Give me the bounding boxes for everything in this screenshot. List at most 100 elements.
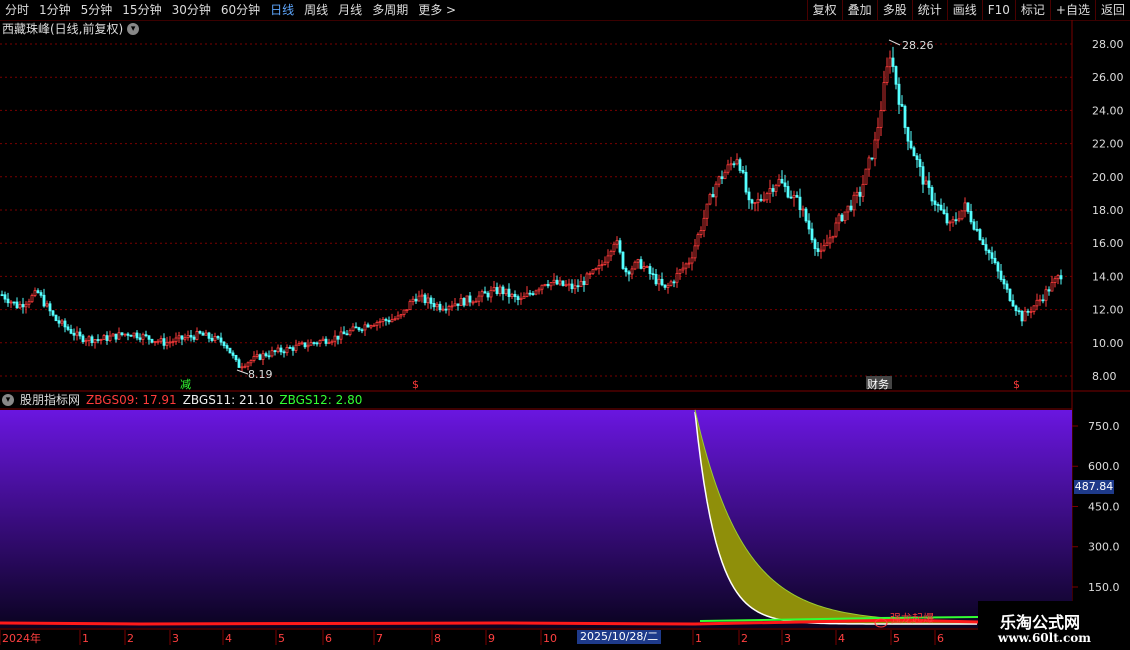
chevron-down-icon[interactable]: ▾ <box>2 394 14 406</box>
zbgs12-label: ZBGS12: 2.80 <box>279 393 363 407</box>
candle-body <box>870 157 874 160</box>
candle-body <box>429 297 433 304</box>
candle-body <box>699 230 703 235</box>
chevron-down-icon[interactable]: ▾ <box>127 23 140 35</box>
candle-body <box>114 333 118 340</box>
candle-body <box>660 278 664 286</box>
candle-body <box>51 310 55 316</box>
candle-body <box>588 272 592 275</box>
period-tab-3[interactable]: 15分钟 <box>117 0 166 20</box>
candle-body <box>6 298 10 304</box>
candle-body <box>837 214 841 224</box>
candle-body <box>471 301 475 304</box>
candle-body <box>843 211 847 222</box>
date-label: 1 <box>82 632 89 645</box>
candle-body <box>360 329 364 332</box>
candle-body <box>744 171 748 193</box>
candle-body <box>411 298 415 302</box>
candle-body <box>453 303 457 307</box>
candle-body <box>765 193 769 201</box>
candle-body <box>63 320 67 328</box>
toolbar-button-5[interactable]: F10 <box>981 0 1015 20</box>
candle-body <box>567 283 571 286</box>
toolbar-button-7[interactable]: +自选 <box>1049 0 1095 20</box>
candle-body <box>153 341 157 343</box>
candle-body <box>612 243 616 252</box>
event-marker: 财务 <box>867 377 889 391</box>
candle-body <box>732 163 736 166</box>
stock-title[interactable]: 西藏珠峰(日线,前复权) ▾ <box>2 21 140 37</box>
candle-body <box>264 353 268 357</box>
candle-body <box>960 210 964 220</box>
date-label: 2 <box>127 632 134 645</box>
event-marker: $ <box>412 378 419 391</box>
indicator-name[interactable]: 股朋指标网 <box>20 392 80 408</box>
candle-body <box>1032 305 1036 312</box>
candle-body <box>387 320 391 323</box>
candle-body <box>258 354 262 360</box>
candle-body <box>648 266 652 275</box>
toolbar-button-4[interactable]: 画线 <box>946 0 982 20</box>
indicator-baseline <box>0 618 979 626</box>
indicator-tick: 750.0 <box>1088 420 1120 433</box>
candle-body <box>1008 288 1012 301</box>
price-tick: 18.00 <box>1092 204 1124 217</box>
note-marker <box>874 618 888 628</box>
candle-body <box>498 286 502 295</box>
candle-body <box>1035 299 1039 307</box>
toolbar-button-2[interactable]: 多股 <box>876 0 912 20</box>
candle-body <box>606 255 610 263</box>
candle-body <box>129 334 133 337</box>
zbgs11-label: ZBGS11: 21.10 <box>182 393 274 407</box>
price-tick: 20.00 <box>1092 171 1124 184</box>
date-label: 10 <box>543 632 557 645</box>
candle-body <box>990 252 994 259</box>
period-tab-7[interactable]: 周线 <box>299 0 333 20</box>
toolbar-button-1[interactable]: 叠加 <box>841 0 877 20</box>
candle-body <box>894 66 898 85</box>
candle-body <box>801 208 805 211</box>
indicator-tick: 300.0 <box>1088 541 1120 554</box>
period-tab-9[interactable]: 多周期 <box>367 0 413 20</box>
date-label: 1 <box>695 632 702 645</box>
period-tab-1[interactable]: 1分钟 <box>34 0 76 20</box>
toolbar-button-8[interactable]: 返回 <box>1094 0 1130 20</box>
period-tab-5[interactable]: 60分钟 <box>216 0 265 20</box>
date-label: 8 <box>434 632 441 645</box>
candle-body <box>96 339 100 341</box>
candle-body <box>687 262 691 265</box>
candle-body <box>90 336 94 343</box>
toolbar-button-0[interactable]: 复权 <box>806 0 842 20</box>
date-label: 9 <box>488 632 495 645</box>
candle-body <box>930 187 934 202</box>
candle-body <box>246 362 250 367</box>
candle-body <box>318 340 322 344</box>
period-tab-2[interactable]: 5分钟 <box>76 0 118 20</box>
toolbar-button-3[interactable]: 统计 <box>911 0 947 20</box>
candle-body <box>72 332 76 336</box>
candle-body <box>288 347 292 349</box>
event-marker: $ <box>1013 378 1020 391</box>
period-tab-0[interactable]: 分时 <box>0 0 34 20</box>
candle-body <box>702 217 706 231</box>
candle-body <box>321 338 325 342</box>
period-tab-6[interactable]: 日线 <box>265 0 299 20</box>
period-tab-10[interactable]: 更多 > <box>413 0 461 20</box>
candle-body <box>738 159 742 171</box>
candle-body <box>222 341 226 346</box>
high-arrow <box>888 39 901 46</box>
candle-body <box>681 267 685 271</box>
candle-body <box>711 194 715 198</box>
toolbar-button-6[interactable]: 标记 <box>1014 0 1050 20</box>
period-tab-4[interactable]: 30分钟 <box>167 0 216 20</box>
candle-body <box>564 284 568 287</box>
candle-body <box>39 292 43 296</box>
candle-body <box>855 191 859 196</box>
candle-body <box>720 176 724 180</box>
candle-body <box>603 261 607 265</box>
candle-body <box>534 290 538 295</box>
price-tick: 10.00 <box>1092 337 1124 350</box>
candle-body <box>600 263 604 266</box>
period-tab-8[interactable]: 月线 <box>333 0 367 20</box>
candle-body <box>12 301 16 304</box>
